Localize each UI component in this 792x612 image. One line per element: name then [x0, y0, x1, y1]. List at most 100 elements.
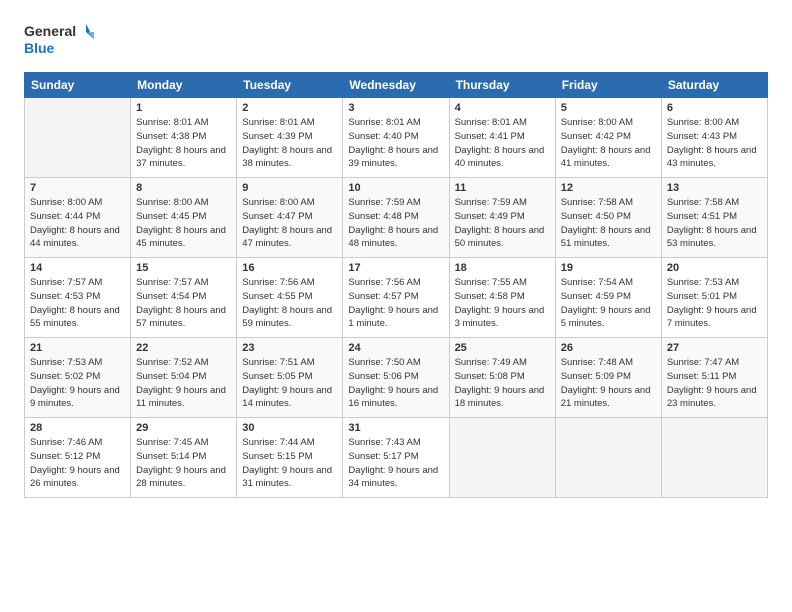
calendar-cell: 28 Sunrise: 7:46 AMSunset: 5:12 PMDayligh… [25, 418, 131, 498]
calendar-cell: 27Sunrise: 7:47 AMSunset: 5:11 PMDayligh… [661, 338, 767, 418]
day-info: Sunrise: 7:56 AMSunset: 4:57 PMDaylight:… [348, 276, 443, 331]
day-info: Sunrise: 7:58 AMSunset: 4:50 PMDaylight:… [561, 196, 656, 251]
day-info: Sunrise: 7:58 AMSunset: 4:51 PMDaylight:… [667, 196, 762, 251]
calendar-cell: 1Sunrise: 8:01 AMSunset: 4:38 PMDaylight… [131, 98, 237, 178]
day-info: Sunrise: 7:59 AMSunset: 4:48 PMDaylight:… [348, 196, 443, 251]
weekday-header-monday: Monday [131, 73, 237, 98]
day-number: 15 [136, 262, 231, 274]
day-number: 23 [242, 342, 337, 354]
calendar-cell: 10 Sunrise: 7:59 AMSunset: 4:48 PMDayligh… [343, 178, 449, 258]
day-number: 14 [30, 262, 125, 274]
svg-text:General: General [24, 23, 76, 39]
day-number: 5 [561, 102, 656, 114]
calendar-cell: 2Sunrise: 8:01 AMSunset: 4:39 PMDaylight… [237, 98, 343, 178]
day-info: Sunrise: 8:00 AMSunset: 4:44 PMDaylight:… [30, 196, 125, 251]
page-container: General Blue SundayMondayTuesdayWednesda… [0, 0, 792, 514]
header: General Blue [24, 20, 768, 58]
day-number: 31 [348, 422, 443, 434]
calendar-cell: 9 Sunrise: 8:00 AMSunset: 4:47 PMDaylight… [237, 178, 343, 258]
day-info: Sunrise: 7:49 AMSunset: 5:08 PMDaylight:… [455, 356, 550, 411]
day-info: Sunrise: 7:54 AMSunset: 4:59 PMDaylight:… [561, 276, 656, 331]
calendar-cell [25, 98, 131, 178]
calendar-cell: 4Sunrise: 8:01 AMSunset: 4:41 PMDaylight… [449, 98, 555, 178]
day-number: 6 [667, 102, 762, 114]
day-info: Sunrise: 7:47 AMSunset: 5:11 PMDaylight:… [667, 356, 762, 411]
calendar-body: 1Sunrise: 8:01 AMSunset: 4:38 PMDaylight… [25, 98, 768, 498]
calendar-cell [555, 418, 661, 498]
calendar-cell: 13Sunrise: 7:58 AMSunset: 4:51 PMDayligh… [661, 178, 767, 258]
day-number: 10 [348, 182, 443, 194]
day-info: Sunrise: 8:01 AMSunset: 4:40 PMDaylight:… [348, 116, 443, 171]
day-info: Sunrise: 8:01 AMSunset: 4:38 PMDaylight:… [136, 116, 231, 171]
day-number: 3 [348, 102, 443, 114]
calendar-week-row: 7 Sunrise: 8:00 AMSunset: 4:44 PMDaylight… [25, 178, 768, 258]
logo-svg: General Blue [24, 20, 94, 58]
day-info: Sunrise: 7:50 AMSunset: 5:06 PMDaylight:… [348, 356, 443, 411]
day-number: 16 [242, 262, 337, 274]
day-info: Sunrise: 8:00 AMSunset: 4:42 PMDaylight:… [561, 116, 656, 171]
weekday-header-sunday: Sunday [25, 73, 131, 98]
calendar-cell: 7 Sunrise: 8:00 AMSunset: 4:44 PMDaylight… [25, 178, 131, 258]
calendar-cell: 30 Sunrise: 7:44 AMSunset: 5:15 PMDayligh… [237, 418, 343, 498]
calendar-cell: 5 Sunrise: 8:00 AMSunset: 4:42 PMDaylight… [555, 98, 661, 178]
day-number: 9 [242, 182, 337, 194]
svg-text:Blue: Blue [24, 40, 55, 56]
day-info: Sunrise: 7:59 AMSunset: 4:49 PMDaylight:… [455, 196, 550, 251]
day-number: 8 [136, 182, 231, 194]
day-info: Sunrise: 7:46 AMSunset: 5:12 PMDaylight:… [30, 436, 125, 491]
calendar-week-row: 28 Sunrise: 7:46 AMSunset: 5:12 PMDayligh… [25, 418, 768, 498]
calendar-cell: 17Sunrise: 7:56 AMSunset: 4:57 PMDayligh… [343, 258, 449, 338]
day-info: Sunrise: 7:43 AMSunset: 5:17 PMDaylight:… [348, 436, 443, 491]
calendar-cell: 22 Sunrise: 7:52 AMSunset: 5:04 PMDayligh… [131, 338, 237, 418]
calendar-cell: 25 Sunrise: 7:49 AMSunset: 5:08 PMDayligh… [449, 338, 555, 418]
logo: General Blue [24, 20, 94, 58]
day-number: 22 [136, 342, 231, 354]
day-number: 24 [348, 342, 443, 354]
day-info: Sunrise: 7:52 AMSunset: 5:04 PMDaylight:… [136, 356, 231, 411]
day-number: 19 [561, 262, 656, 274]
day-info: Sunrise: 8:00 AMSunset: 4:47 PMDaylight:… [242, 196, 337, 251]
day-number: 21 [30, 342, 125, 354]
calendar-cell [449, 418, 555, 498]
calendar-cell: 18Sunrise: 7:55 AMSunset: 4:58 PMDayligh… [449, 258, 555, 338]
day-number: 25 [455, 342, 550, 354]
day-number: 29 [136, 422, 231, 434]
calendar-week-row: 14 Sunrise: 7:57 AMSunset: 4:53 PMDayligh… [25, 258, 768, 338]
weekday-header-tuesday: Tuesday [237, 73, 343, 98]
day-number: 12 [561, 182, 656, 194]
day-info: Sunrise: 7:57 AMSunset: 4:53 PMDaylight:… [30, 276, 125, 331]
calendar-cell: 8 Sunrise: 8:00 AMSunset: 4:45 PMDaylight… [131, 178, 237, 258]
calendar-cell: 29Sunrise: 7:45 AMSunset: 5:14 PMDayligh… [131, 418, 237, 498]
calendar-table: SundayMondayTuesdayWednesdayThursdayFrid… [24, 72, 768, 498]
calendar-cell [661, 418, 767, 498]
calendar-cell: 6 Sunrise: 8:00 AMSunset: 4:43 PMDaylight… [661, 98, 767, 178]
calendar-cell: 21Sunrise: 7:53 AMSunset: 5:02 PMDayligh… [25, 338, 131, 418]
calendar-cell: 11Sunrise: 7:59 AMSunset: 4:49 PMDayligh… [449, 178, 555, 258]
day-number: 18 [455, 262, 550, 274]
weekday-header-wednesday: Wednesday [343, 73, 449, 98]
calendar-cell: 26Sunrise: 7:48 AMSunset: 5:09 PMDayligh… [555, 338, 661, 418]
calendar-cell: 20 Sunrise: 7:53 AMSunset: 5:01 PMDayligh… [661, 258, 767, 338]
day-number: 7 [30, 182, 125, 194]
calendar-cell: 16 Sunrise: 7:56 AMSunset: 4:55 PMDayligh… [237, 258, 343, 338]
calendar-week-row: 21Sunrise: 7:53 AMSunset: 5:02 PMDayligh… [25, 338, 768, 418]
day-info: Sunrise: 7:56 AMSunset: 4:55 PMDaylight:… [242, 276, 337, 331]
calendar-cell: 3 Sunrise: 8:01 AMSunset: 4:40 PMDaylight… [343, 98, 449, 178]
day-info: Sunrise: 8:00 AMSunset: 4:45 PMDaylight:… [136, 196, 231, 251]
day-info: Sunrise: 7:44 AMSunset: 5:15 PMDaylight:… [242, 436, 337, 491]
day-number: 28 [30, 422, 125, 434]
calendar-cell: 19 Sunrise: 7:54 AMSunset: 4:59 PMDayligh… [555, 258, 661, 338]
day-info: Sunrise: 8:01 AMSunset: 4:41 PMDaylight:… [455, 116, 550, 171]
day-info: Sunrise: 7:53 AMSunset: 5:01 PMDaylight:… [667, 276, 762, 331]
day-info: Sunrise: 7:51 AMSunset: 5:05 PMDaylight:… [242, 356, 337, 411]
calendar-header-row: SundayMondayTuesdayWednesdayThursdayFrid… [25, 73, 768, 98]
calendar-cell: 15 Sunrise: 7:57 AMSunset: 4:54 PMDayligh… [131, 258, 237, 338]
calendar-cell: 24 Sunrise: 7:50 AMSunset: 5:06 PMDayligh… [343, 338, 449, 418]
day-number: 20 [667, 262, 762, 274]
day-number: 30 [242, 422, 337, 434]
calendar-week-row: 1Sunrise: 8:01 AMSunset: 4:38 PMDaylight… [25, 98, 768, 178]
calendar-cell: 23 Sunrise: 7:51 AMSunset: 5:05 PMDayligh… [237, 338, 343, 418]
day-info: Sunrise: 7:57 AMSunset: 4:54 PMDaylight:… [136, 276, 231, 331]
weekday-header-saturday: Saturday [661, 73, 767, 98]
day-info: Sunrise: 8:00 AMSunset: 4:43 PMDaylight:… [667, 116, 762, 171]
